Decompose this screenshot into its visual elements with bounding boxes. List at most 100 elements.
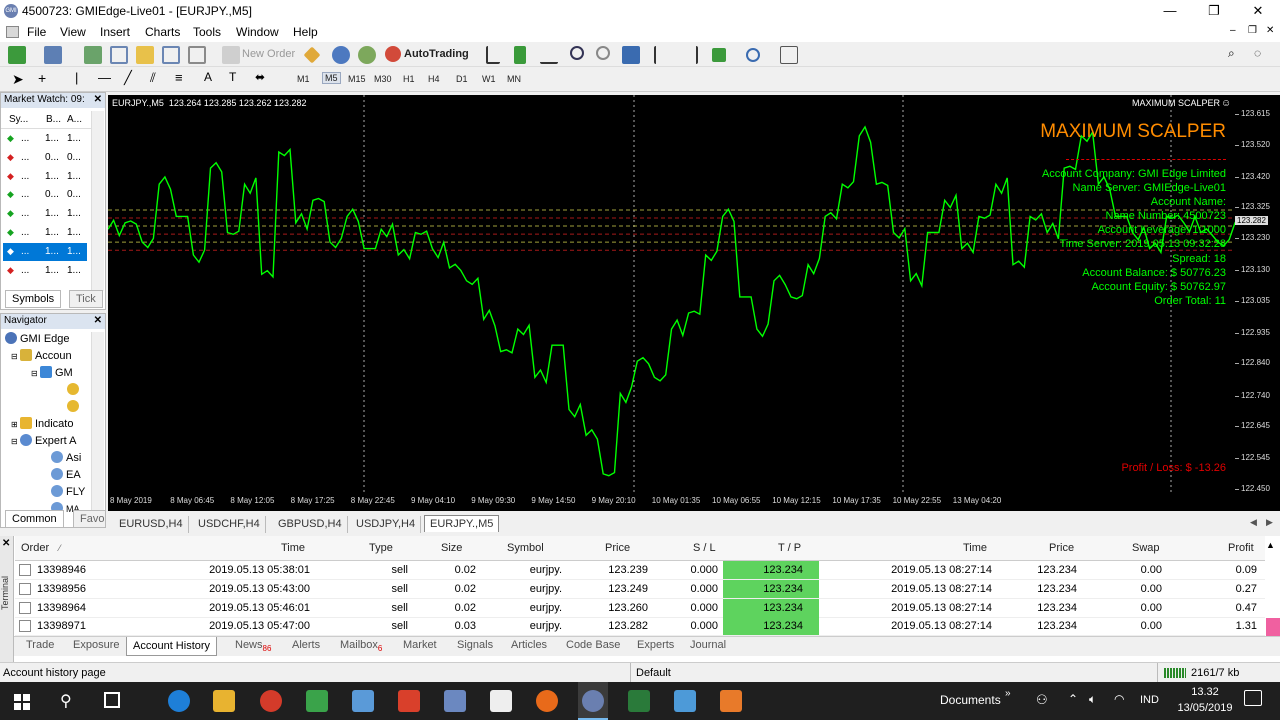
terminal-close-icon[interactable]: ✕	[2, 538, 10, 549]
column-order[interactable]: Order	[21, 542, 49, 554]
nav-item-accounts[interactable]: ⊟ Accoun	[11, 349, 72, 362]
tab-experts[interactable]: Experts	[637, 639, 674, 651]
market-watch-row[interactable]: ◆... 1... 1...	[3, 168, 87, 186]
search-taskbar-icon[interactable]: ⚲	[60, 691, 72, 711]
language-indicator[interactable]: IND	[1140, 694, 1159, 706]
indicators-icon[interactable]	[712, 48, 726, 62]
wifi-icon[interactable]: ◠	[1114, 692, 1124, 706]
app-icon-red[interactable]	[398, 690, 420, 712]
autotrading-icon[interactable]	[385, 46, 401, 62]
zoom-out-icon[interactable]	[596, 46, 610, 60]
crosshair-icon[interactable]: +	[38, 70, 46, 86]
start-icon[interactable]	[14, 694, 30, 710]
chart-tab-usdjpy[interactable]: USDJPY,H4	[351, 516, 422, 533]
chat-icon[interactable]: ◌	[1254, 46, 1272, 64]
arrows-icon[interactable]: ⬌	[255, 70, 265, 84]
templates-icon[interactable]	[780, 46, 798, 64]
notifications-icon[interactable]	[1244, 690, 1262, 706]
timeframe-mn[interactable]: MN	[507, 74, 521, 84]
data-window-icon[interactable]	[110, 46, 128, 64]
firefox-icon[interactable]	[536, 690, 558, 712]
tab-journal[interactable]: Journal	[690, 639, 726, 651]
timeframe-h1[interactable]: H1	[403, 74, 415, 84]
chart-shift-icon[interactable]	[654, 46, 672, 64]
chart-tab-gbpusd[interactable]: GBPUSD,H4	[273, 516, 348, 533]
mail-icon[interactable]	[490, 690, 512, 712]
volume-icon[interactable]: 🔈︎	[1089, 692, 1096, 707]
new-order-button[interactable]: New Order	[242, 48, 295, 60]
tab-articles[interactable]: Articles	[511, 639, 547, 651]
menu-tools[interactable]: Tools	[193, 25, 221, 39]
tab-favorites[interactable]: Favo	[73, 510, 105, 527]
strategy-tester-icon[interactable]	[188, 46, 206, 64]
timeframe-m5[interactable]: M5	[322, 72, 341, 84]
timeframe-m15[interactable]: M15	[348, 74, 366, 84]
market-watch-row[interactable]: ◆... 1... 1...	[3, 224, 87, 242]
chart-tab-eurusd[interactable]: EURUSD,H4	[114, 516, 189, 533]
navigator-close-icon[interactable]: ✕	[94, 315, 102, 326]
periods-icon[interactable]	[746, 48, 760, 62]
tab-tick-chart[interactable]: Tick	[69, 290, 103, 308]
tab-code-base[interactable]: Code Base	[566, 639, 620, 651]
price-chart[interactable]: EURJPY.,M5 123.264 123.285 123.262 123.2…	[108, 95, 1235, 511]
vertical-line-icon[interactable]: |	[75, 70, 78, 85]
tab-mailbox[interactable]: Mailbox6	[340, 639, 382, 653]
timeframe-m30[interactable]: M30	[374, 74, 392, 84]
horizontal-line-icon[interactable]: —	[98, 70, 111, 85]
task-view-icon[interactable]	[104, 692, 120, 708]
table-row[interactable]: 13398971 2019.05.13 05:47:00 sell 0.03 eurjp…	[15, 617, 1265, 637]
market-watch-row[interactable]: ◆... 0... 0...	[3, 149, 87, 167]
column-swap[interactable]: Swap	[1132, 542, 1160, 554]
text-label-icon[interactable]: T	[229, 70, 236, 84]
column-profit[interactable]: Profit	[1228, 542, 1254, 554]
column-close-price[interactable]: Price	[1049, 542, 1074, 554]
market-icon[interactable]	[358, 46, 376, 64]
column-size[interactable]: Size	[441, 542, 462, 554]
tabs-scroll-left-icon[interactable]: ◀	[1250, 517, 1257, 528]
zoom-in-icon[interactable]	[570, 46, 584, 60]
nav-item-indicators[interactable]: ⊞ Indicato	[11, 417, 73, 430]
column-bid[interactable]: B...	[46, 114, 61, 125]
timeframe-m1[interactable]: M1	[297, 74, 310, 84]
trendline-icon[interactable]: ╱	[124, 70, 132, 86]
tab-common[interactable]: Common	[5, 510, 64, 527]
table-row[interactable]: 13398946 2019.05.13 05:38:01 sell 0.02 eurjp…	[15, 561, 1265, 580]
nav-item-user-2[interactable]	[67, 400, 82, 413]
timeframe-h4[interactable]: H4	[428, 74, 440, 84]
timeframe-d1[interactable]: D1	[456, 74, 468, 84]
minimize-button[interactable]: —	[1148, 0, 1192, 22]
autotrading-button[interactable]: AutoTrading	[404, 48, 469, 60]
tab-news[interactable]: News86	[235, 639, 271, 653]
metatrader-task-active[interactable]	[578, 682, 608, 720]
tab-signals[interactable]: Signals	[457, 639, 493, 651]
file-explorer-icon[interactable]	[213, 690, 235, 712]
chart-tab-usdchf[interactable]: USDCHF,H4	[193, 516, 266, 533]
new-chart-icon[interactable]	[8, 46, 26, 64]
menu-file[interactable]: File	[27, 25, 46, 39]
nav-item-ea-1[interactable]: Asi	[51, 451, 81, 464]
menu-help[interactable]: Help	[293, 25, 318, 39]
column-open-time[interactable]: Time	[281, 542, 305, 554]
tray-chevron-icon[interactable]: ⌃	[1068, 692, 1078, 706]
menu-view[interactable]: View	[60, 25, 86, 39]
office-icon[interactable]	[260, 690, 282, 712]
nav-item-expert-advisors[interactable]: ⊟ Expert A	[11, 434, 77, 447]
navigator-icon[interactable]	[136, 46, 154, 64]
clock-date[interactable]: 13/05/2019	[1168, 702, 1242, 714]
autoscroll-icon[interactable]	[680, 46, 698, 64]
cursor-icon[interactable]: ➤	[12, 71, 24, 88]
column-tp[interactable]: T / P	[778, 542, 801, 554]
market-watch-row[interactable]: ◆... 1... 1...	[3, 242, 87, 261]
column-type[interactable]: Type	[369, 542, 393, 554]
tile-windows-icon[interactable]	[622, 46, 640, 64]
terminal-icon[interactable]	[162, 46, 180, 64]
app-icon-orange[interactable]	[720, 690, 742, 712]
candlestick-icon[interactable]	[514, 46, 526, 64]
search-icon[interactable]: ⌕	[1228, 46, 1246, 64]
app-icon-green[interactable]	[306, 690, 328, 712]
market-watch-row[interactable]: ◆... 1... 1...	[3, 205, 87, 223]
app-icon-notes[interactable]	[674, 690, 696, 712]
market-watch-row[interactable]: ◆... 1... 1...	[3, 130, 87, 148]
market-watch-scrollbar[interactable]	[91, 111, 104, 291]
scroll-up-icon[interactable]: ▲	[1266, 540, 1275, 550]
